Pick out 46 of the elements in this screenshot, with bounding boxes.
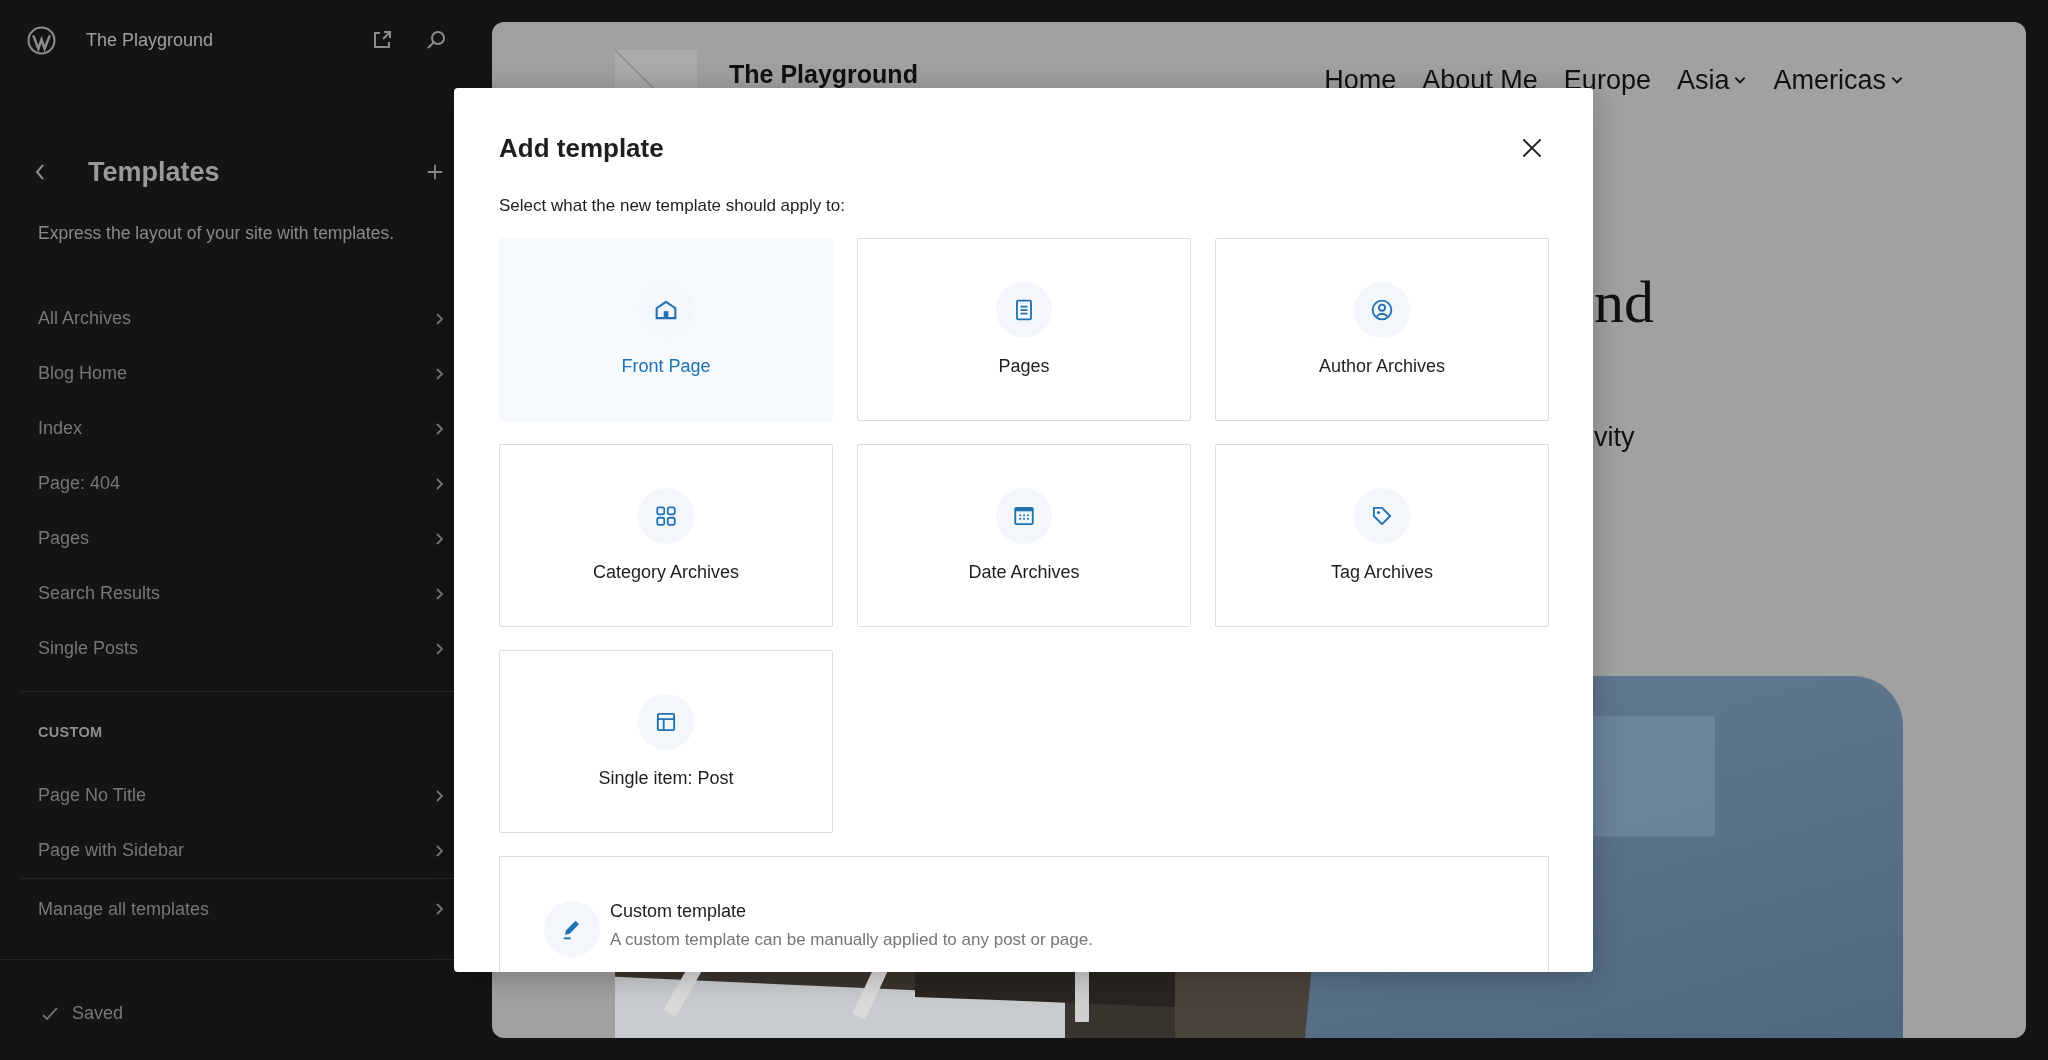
template-item[interactable]: Page with Sidebar (0, 823, 480, 878)
chevron-icon (434, 531, 444, 546)
heading-text: nd (1594, 272, 1654, 332)
template-item[interactable]: Page No Title (0, 768, 480, 823)
template-option[interactable]: Author Archives (1215, 238, 1549, 421)
template-option[interactable]: Pages (857, 238, 1191, 421)
template-option[interactable]: Front Page (499, 238, 833, 421)
template-item[interactable]: Index (0, 401, 480, 456)
chevron-icon (434, 476, 444, 491)
manage-templates-link[interactable]: Manage all templates (0, 879, 480, 939)
template-item[interactable]: Single Posts (0, 621, 480, 676)
chevron-icon (434, 788, 444, 803)
option-description: A custom template can be manually applied to any post or page. (610, 930, 1093, 950)
chevron-icon (434, 641, 444, 656)
chevron-icon (434, 843, 444, 858)
template-item[interactable]: Page: 404 (0, 456, 480, 511)
chevron-icon (434, 311, 444, 326)
save-status: Saved (72, 1003, 124, 1024)
template-item[interactable]: Blog Home (0, 346, 480, 401)
chevron-icon (434, 902, 444, 916)
site-title[interactable]: The Playground (86, 29, 214, 51)
template-item[interactable]: All Archives (0, 291, 480, 346)
template-option[interactable]: Date Archives (857, 444, 1191, 627)
custom-template-option[interactable]: Custom template A custom template can be manually applied to any post or page. (499, 856, 1549, 972)
section-heading: CUSTOM (38, 724, 104, 740)
template-option[interactable]: Category Archives (499, 444, 833, 627)
chevron-icon (434, 421, 444, 436)
site-title: The Playground (729, 60, 918, 88)
nav-link[interactable]: Asia (1676, 65, 1748, 95)
back-icon[interactable] (34, 162, 46, 182)
template-option[interactable]: Tag Archives (1215, 444, 1549, 627)
nav-link[interactable]: Europe (1563, 65, 1651, 95)
section-description: Express the layout of your site with templates. (38, 222, 395, 245)
template-item[interactable]: Search Results (0, 566, 480, 621)
section-title: Templates (88, 156, 220, 188)
add-icon[interactable] (426, 163, 444, 181)
chevron-icon (434, 366, 444, 381)
dialog-subtitle: Select what the new template should apply to: (499, 196, 846, 216)
chevron-icon (434, 586, 444, 601)
template-item[interactable]: Pages (0, 511, 480, 566)
option-title: Custom template (610, 901, 748, 922)
wordpress-logo-icon[interactable] (27, 25, 56, 55)
template-option[interactable]: Single item: Post (499, 650, 833, 833)
nav-link[interactable]: Americas (1773, 65, 1904, 95)
body-text: vity (1594, 422, 1635, 453)
dialog-title: Add template (499, 132, 664, 164)
